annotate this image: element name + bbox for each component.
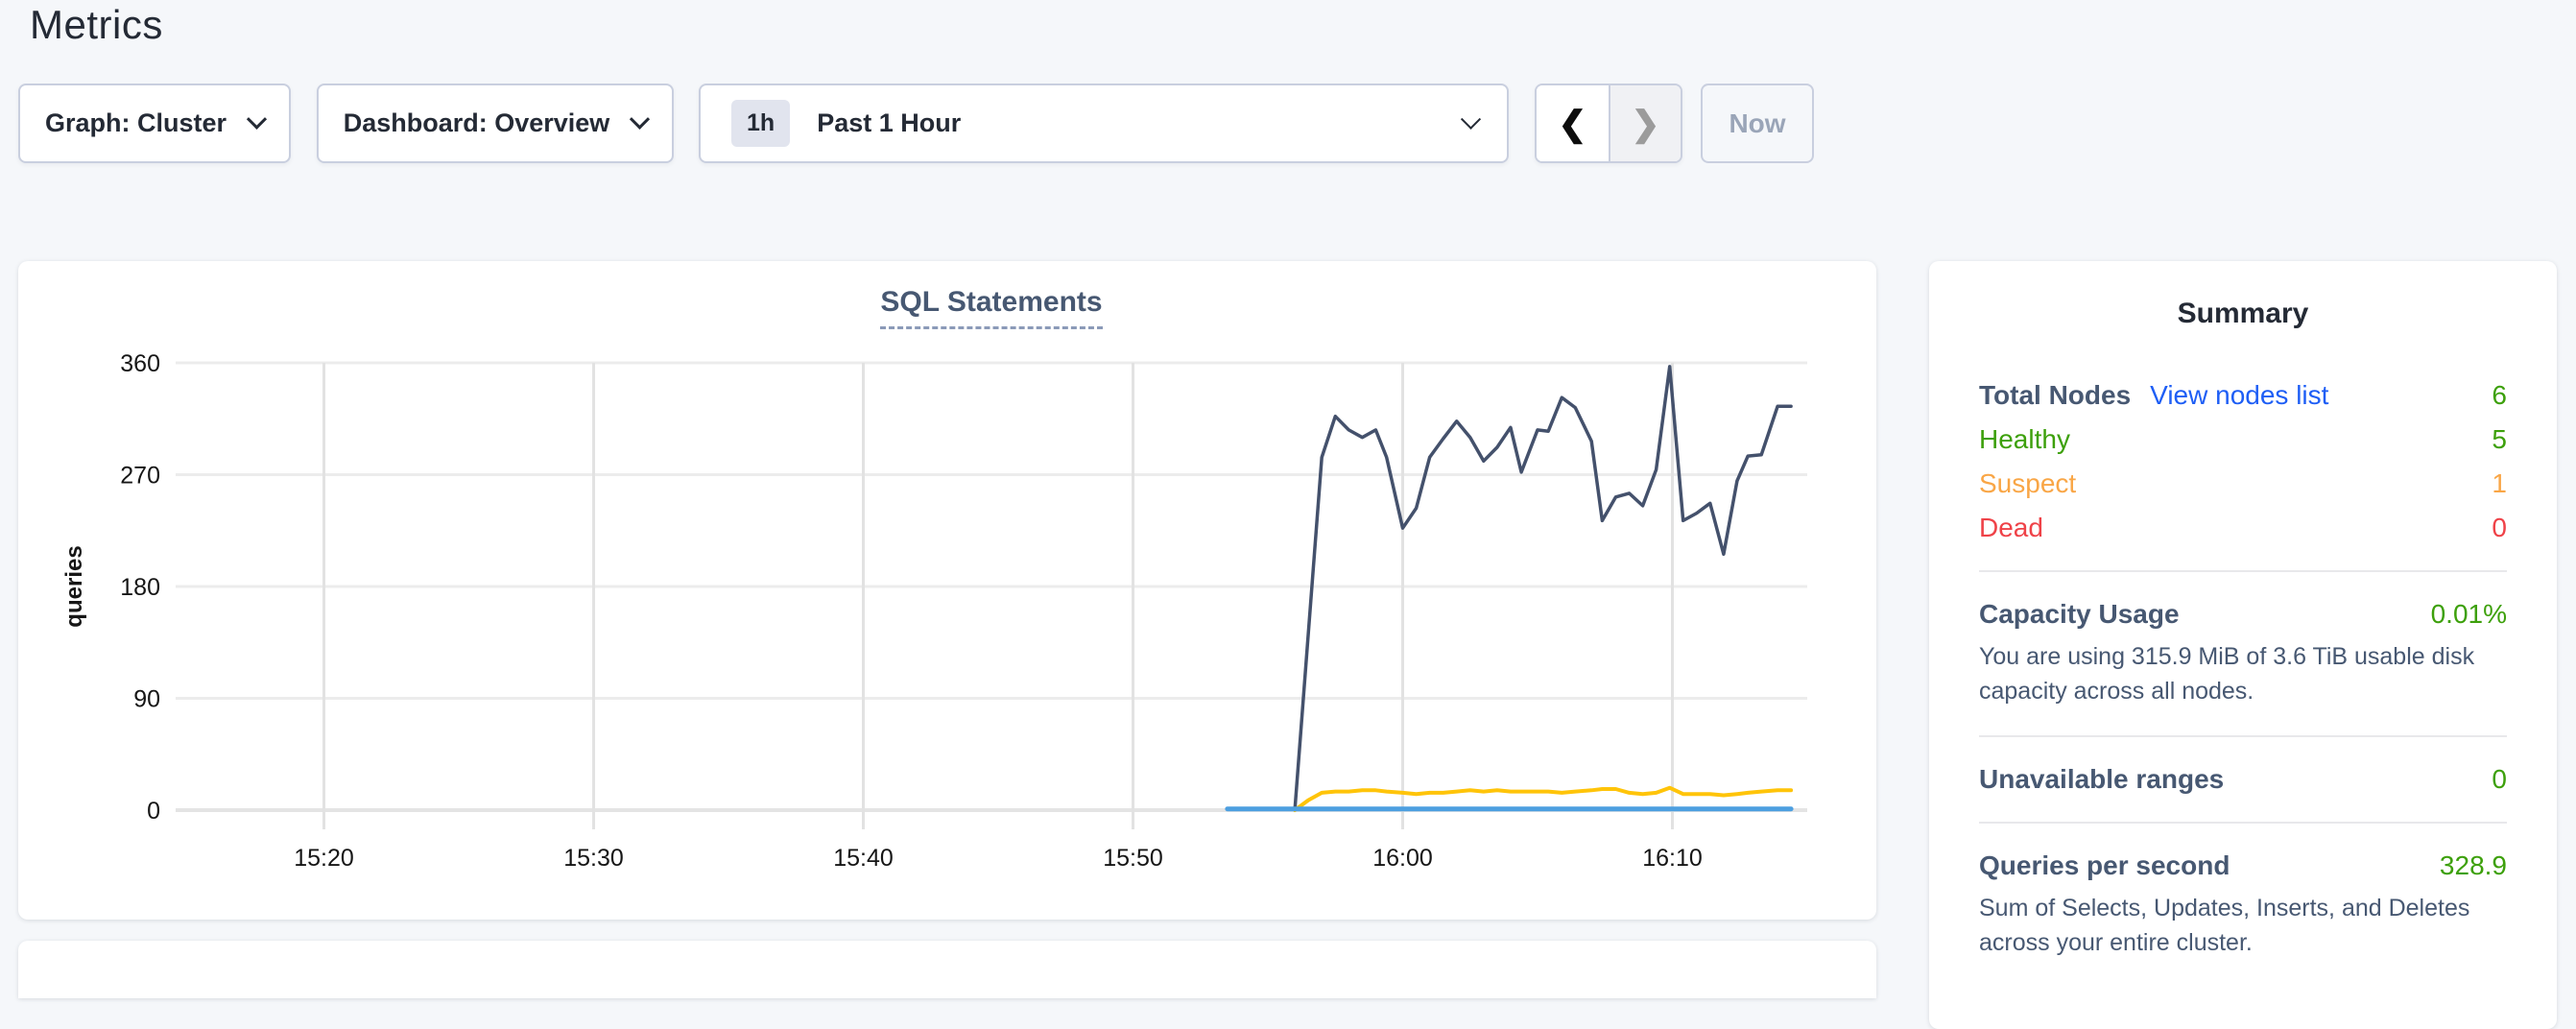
chevron-right-icon: ❯	[1631, 104, 1659, 144]
next-chart-card	[18, 941, 1876, 998]
queries-per-second-value: 328.9	[2440, 850, 2507, 881]
chevron-left-icon: ❮	[1558, 104, 1586, 144]
graph-dropdown-label: Graph: Cluster	[45, 108, 227, 138]
svg-text:15:20: 15:20	[294, 845, 354, 872]
nodes-section: Total Nodes View nodes list 6 Healthy 5 …	[1979, 380, 2507, 543]
now-button[interactable]: Now	[1701, 84, 1814, 163]
svg-text:90: 90	[133, 686, 160, 713]
total-nodes-label: Total Nodes	[1979, 380, 2131, 411]
svg-text:15:40: 15:40	[833, 845, 894, 872]
svg-text:queries: queries	[61, 545, 87, 627]
summary-title: Summary	[1979, 298, 2507, 330]
page-title: Metrics	[30, 2, 163, 48]
divider	[1979, 570, 2507, 572]
chevron-down-icon	[630, 109, 650, 130]
summary-panel: Summary Total Nodes View nodes list 6 He…	[1929, 261, 2557, 1029]
unavailable-ranges-value: 0	[2492, 764, 2507, 795]
dead-value: 0	[2492, 513, 2507, 543]
view-nodes-list-link[interactable]: View nodes list	[2150, 380, 2328, 411]
time-range-badge: 1h	[731, 100, 790, 147]
sql-statements-card: SQL Statements 09018027036015:2015:3015:…	[18, 261, 1876, 920]
svg-text:16:00: 16:00	[1372, 845, 1433, 872]
svg-text:180: 180	[120, 574, 160, 601]
svg-text:16:10: 16:10	[1642, 845, 1703, 872]
divider	[1979, 735, 2507, 737]
total-nodes-value: 6	[2492, 380, 2507, 411]
chevron-down-icon	[247, 109, 267, 130]
time-range-label: Past 1 Hour	[817, 108, 961, 138]
suspect-nodes-row: Suspect 1	[1979, 468, 2507, 499]
prev-time-button[interactable]: ❮	[1537, 85, 1609, 161]
svg-text:0: 0	[147, 798, 160, 825]
dashboard-dropdown[interactable]: Dashboard: Overview	[317, 84, 674, 163]
chevron-down-icon	[1461, 109, 1481, 130]
sql-statements-chart: 0 90 180 270 360 15:20 15:30 15:40 15:50 16:00 16:…	[18, 261, 1876, 920]
healthy-label: Healthy	[1979, 424, 2070, 455]
next-time-button[interactable]: ❯	[1609, 85, 1681, 161]
suspect-value: 1	[2492, 468, 2507, 499]
capacity-usage-section: Capacity Usage 0.01% You are using 315.9…	[1979, 599, 2507, 708]
svg-text:15:30: 15:30	[563, 845, 624, 872]
total-nodes-row: Total Nodes View nodes list 6	[1979, 380, 2507, 411]
dead-nodes-row: Dead 0	[1979, 513, 2507, 543]
capacity-usage-value: 0.01%	[2431, 599, 2507, 630]
healthy-nodes-row: Healthy 5	[1979, 424, 2507, 455]
time-pager: ❮ ❯	[1535, 84, 1682, 163]
time-range-selector[interactable]: 1h Past 1 Hour	[699, 84, 1509, 163]
now-button-label: Now	[1729, 108, 1785, 139]
suspect-label: Suspect	[1979, 468, 2076, 499]
healthy-value: 5	[2492, 424, 2507, 455]
divider	[1979, 822, 2507, 824]
dead-label: Dead	[1979, 513, 2043, 543]
unavailable-ranges-section: Unavailable ranges 0	[1979, 764, 2507, 795]
dashboard-dropdown-label: Dashboard: Overview	[344, 108, 610, 138]
svg-text:360: 360	[120, 350, 160, 377]
svg-text:15:50: 15:50	[1103, 845, 1163, 872]
svg-text:270: 270	[120, 463, 160, 490]
queries-per-second-label: Queries per second	[1979, 850, 2230, 881]
capacity-usage-caption: You are using 315.9 MiB of 3.6 TiB usabl…	[1979, 639, 2507, 708]
unavailable-ranges-label: Unavailable ranges	[1979, 764, 2224, 795]
queries-per-second-section: Queries per second 328.9 Sum of Selects,…	[1979, 850, 2507, 960]
queries-per-second-caption: Sum of Selects, Updates, Inserts, and De…	[1979, 891, 2507, 960]
graph-dropdown[interactable]: Graph: Cluster	[18, 84, 291, 163]
capacity-usage-label: Capacity Usage	[1979, 599, 2180, 630]
